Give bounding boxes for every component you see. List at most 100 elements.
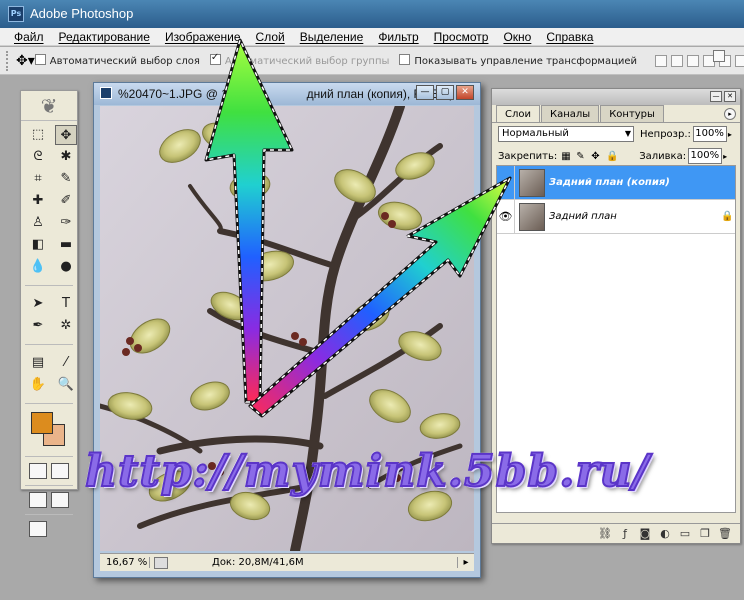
foreground-color-swatch[interactable]: [31, 412, 53, 434]
auto-select-group-checkbox[interactable]: [209, 52, 221, 65]
slice-tool-icon[interactable]: ✎: [55, 169, 77, 189]
auto-select-layer-option[interactable]: Автоматический выбор слоя: [34, 54, 200, 67]
crop-tool-icon[interactable]: ⌗: [27, 169, 49, 189]
show-transform-checkbox[interactable]: [399, 54, 411, 65]
standard-mode-icon[interactable]: [29, 463, 47, 479]
toolbox-divider: [25, 514, 73, 515]
menu-select[interactable]: Выделение: [300, 30, 372, 44]
status-menu-arrow-icon[interactable]: ▸: [458, 557, 474, 568]
lasso-tool-icon[interactable]: ᘓ: [27, 147, 49, 167]
eyedropper-tool-icon[interactable]: ⁄: [55, 353, 77, 373]
link-layers-icon[interactable]: ⛓: [598, 527, 612, 541]
document-title-bar[interactable]: %20470~1.JPG @ 16,7 дний план (копия), RG…: [94, 83, 480, 105]
layer-row[interactable]: Задний план (копия): [497, 165, 735, 200]
palette-well-icon[interactable]: [713, 50, 725, 62]
dodge-tool-icon[interactable]: ●: [55, 257, 77, 277]
screen-mode-standard-icon[interactable]: [29, 492, 47, 508]
screen-mode-full-icon[interactable]: [51, 492, 69, 508]
options-bar: ✥▾ Автоматический выбор слоя Автоматичес…: [0, 47, 744, 75]
panel-minimize-icon[interactable]: —: [710, 91, 722, 102]
zoom-tool-icon[interactable]: 🔍: [55, 375, 77, 395]
clone-stamp-icon[interactable]: ♙: [27, 213, 49, 233]
marquee-tool-icon[interactable]: ⬚: [27, 125, 49, 145]
toolbox-divider: [25, 344, 73, 345]
healing-brush-icon[interactable]: ✚: [27, 191, 49, 211]
fill-arrow-icon[interactable]: ▸: [723, 152, 727, 161]
fill-field[interactable]: 100%: [688, 148, 723, 164]
opacity-arrow-icon[interactable]: ▸: [728, 130, 732, 139]
menu-file[interactable]: Файл: [14, 30, 52, 44]
tab-layers[interactable]: Слои: [496, 105, 540, 122]
zoom-level[interactable]: 16,67 %: [100, 557, 150, 568]
menu-edit[interactable]: Редактирование: [59, 30, 158, 44]
maximize-icon[interactable]: ▢: [436, 85, 454, 100]
lock-transparency-icon[interactable]: ▦: [561, 151, 572, 162]
new-group-icon[interactable]: ▭: [678, 527, 692, 541]
magic-wand-tool-icon[interactable]: ✱: [55, 147, 77, 167]
hand-tool-icon[interactable]: ✋: [27, 375, 49, 395]
minimize-icon[interactable]: —: [416, 85, 434, 100]
gradient-tool-icon[interactable]: ▬: [55, 235, 77, 255]
history-brush-icon[interactable]: ✑: [55, 213, 77, 233]
document-window: %20470~1.JPG @ 16,7 дний план (копия), RG…: [93, 82, 481, 578]
menu-help[interactable]: Справка: [546, 30, 601, 44]
blur-tool-icon[interactable]: 💧: [27, 257, 49, 277]
auto-select-layer-checkbox[interactable]: [34, 54, 46, 65]
layers-panel-titlebar[interactable]: — ✕: [492, 89, 740, 105]
close-icon[interactable]: ✕: [456, 85, 474, 100]
jump-to-imageready: [21, 519, 77, 539]
eraser-tool-icon[interactable]: ◧: [27, 235, 49, 255]
path-selection-icon[interactable]: ➤: [27, 294, 49, 314]
panel-close-icon[interactable]: ✕: [724, 91, 736, 102]
pen-tool-icon[interactable]: ✒: [27, 316, 49, 336]
quick-mask-icon[interactable]: [51, 463, 69, 479]
palette-well: [712, 50, 742, 74]
menu-image[interactable]: Изображение: [165, 30, 249, 44]
move-tool-icon[interactable]: ✥▾: [16, 51, 35, 71]
visibility-eye-icon[interactable]: [497, 165, 515, 200]
add-mask-icon[interactable]: ◙: [638, 527, 652, 541]
menu-filter[interactable]: Фильтр: [378, 30, 426, 44]
delete-layer-icon[interactable]: 🗑: [718, 527, 732, 541]
layer-name: Задний план: [549, 211, 617, 222]
lock-fill-row: Закрепить: ▦ ✎ ✥ 🔒 Заливка: 100% ▸: [492, 145, 740, 167]
lock-all-icon[interactable]: 🔒: [606, 151, 618, 162]
tab-paths[interactable]: Контуры: [600, 105, 664, 122]
brush-tool-icon[interactable]: ✐: [55, 191, 77, 211]
new-layer-icon[interactable]: ❐: [698, 527, 712, 541]
blend-mode-select[interactable]: Нормальный ▼: [498, 126, 634, 142]
opacity-label: Непрозр.:: [640, 128, 691, 140]
align-top-icon[interactable]: [655, 54, 668, 67]
align-vcenter-icon[interactable]: [671, 54, 684, 67]
menu-view[interactable]: Просмотр: [434, 30, 497, 44]
options-bar-grip[interactable]: [6, 50, 8, 71]
panel-menu-icon[interactable]: ▸: [724, 108, 736, 120]
zoom-preview-icon[interactable]: [154, 556, 168, 569]
feather-icon[interactable]: ❦: [21, 91, 77, 121]
layer-thumbnail: [519, 202, 545, 231]
adjustment-layer-icon[interactable]: ◐: [658, 527, 672, 541]
document-title: %20470~1.JPG @ 16,7 дний план (копия), RG…: [118, 87, 454, 101]
align-bottom-icon[interactable]: [687, 54, 700, 67]
type-tool-icon[interactable]: T: [55, 294, 77, 314]
blend-opacity-row: Нормальный ▼ Непрозр.: 100% ▸: [492, 123, 740, 145]
imageready-icon[interactable]: [29, 521, 47, 537]
document-size: Док: 20,8M/41,6M: [172, 557, 458, 568]
layer-lock-icon: 🔒: [721, 211, 734, 222]
lock-pixels-icon[interactable]: ✎: [576, 151, 587, 162]
layer-style-icon[interactable]: ƒ: [618, 527, 632, 541]
layer-row[interactable]: 👁 Задний план 🔒: [497, 199, 735, 234]
auto-select-group-option[interactable]: Автоматический выбор группы: [209, 52, 389, 67]
document-window-controls: — ▢ ✕: [416, 85, 474, 100]
opacity-field[interactable]: 100%: [692, 126, 727, 142]
visibility-eye-icon[interactable]: 👁: [497, 199, 515, 234]
shape-tool-icon[interactable]: ✲: [55, 316, 77, 336]
lock-position-icon[interactable]: ✥: [591, 151, 602, 162]
show-transform-option[interactable]: Показывать управление трансформацией: [399, 54, 637, 67]
menu-layer[interactable]: Слой: [256, 30, 293, 44]
tab-channels[interactable]: Каналы: [541, 105, 600, 122]
lock-label: Закрепить:: [498, 150, 558, 162]
move-tool-button-icon[interactable]: ✥: [55, 125, 77, 145]
menu-window[interactable]: Окно: [503, 30, 539, 44]
notes-tool-icon[interactable]: ▤: [27, 353, 49, 373]
